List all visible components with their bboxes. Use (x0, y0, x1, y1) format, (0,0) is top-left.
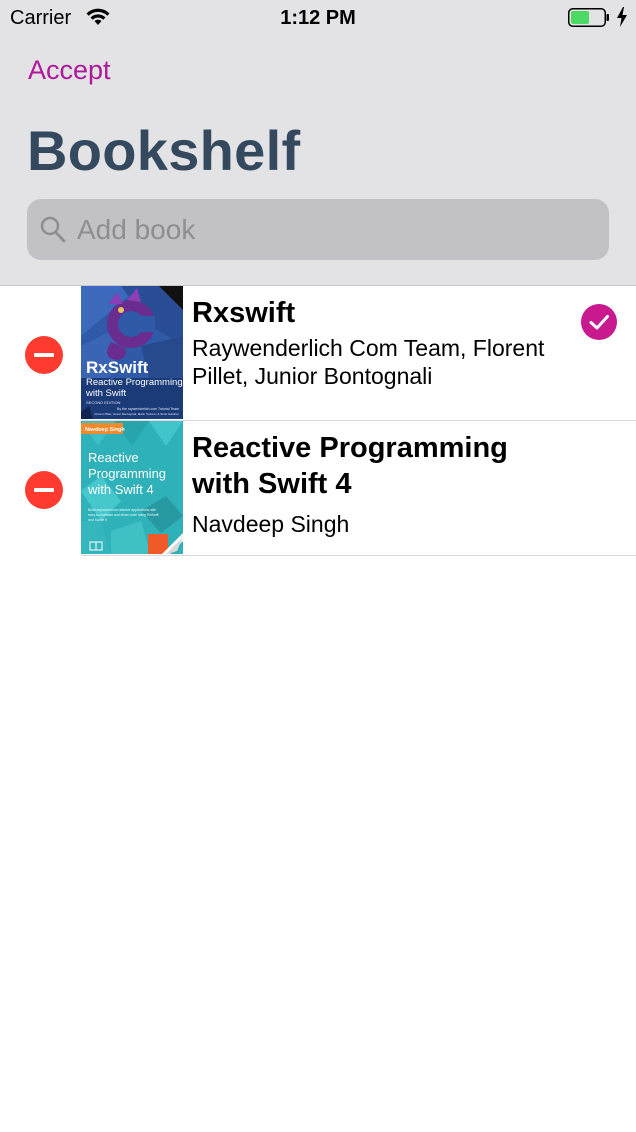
book-author: Navdeep Singh (192, 511, 350, 537)
cover-edition: SECOND EDITION (86, 400, 121, 405)
page-title: Bookshelf (27, 119, 301, 182)
cover-title: with Swift 4 (87, 482, 154, 497)
book-row[interactable]: Navdeep Singh Reactive Programming with … (0, 421, 636, 556)
cover-byline: Florent Pillet, Junior Bontognali, Marin… (95, 412, 180, 416)
clock: 1:12 PM (280, 7, 356, 29)
charging-bolt-icon (616, 7, 628, 32)
minus-icon (34, 353, 54, 357)
cover-title: Reactive (88, 450, 139, 465)
cover-subtitle: with Swift (85, 388, 126, 399)
checkmark-icon (589, 315, 609, 330)
row-divider (81, 555, 636, 556)
book-title: Rxswift (192, 297, 296, 329)
search-bar[interactable] (27, 199, 609, 260)
cover-byline: By the raywenderlich.com Tutorial Team (117, 407, 179, 411)
cover-blurb: and Xcode 9 (88, 518, 107, 522)
cover-author: Navdeep Singh (85, 427, 125, 433)
search-icon (40, 216, 66, 249)
book-title: Reactive Programming with Swift 4 (192, 432, 508, 500)
book-author: Raywenderlich Com Team, Florent Pillet, … (192, 335, 545, 389)
search-input[interactable] (77, 199, 597, 260)
delete-button[interactable] (25, 336, 63, 374)
cover-title: Programming (88, 466, 166, 481)
book-cover-image: Navdeep Singh Reactive Programming with … (81, 421, 183, 554)
status-bar: Carrier 1:12 PM (0, 0, 636, 36)
book-row[interactable]: RxSwift Reactive Programming with Swift … (0, 286, 636, 421)
cover-blurb: easy-to-maintain and clean code using Rx… (88, 513, 159, 517)
book-cover-image: RxSwift Reactive Programming with Swift … (81, 286, 183, 419)
selected-checkmark[interactable] (581, 304, 617, 340)
accept-button[interactable]: Accept (28, 55, 111, 86)
cover-title: RxSwift (86, 358, 149, 377)
navigation-header: Carrier 1:12 PM Accept Bookshelf (0, 0, 636, 286)
delete-button[interactable] (25, 471, 63, 509)
battery-icon (568, 8, 609, 27)
minus-icon (34, 488, 54, 492)
cover-subtitle: Reactive Programming (86, 377, 183, 388)
cover-blurb: Build asynchronous reactive applications… (88, 508, 156, 512)
